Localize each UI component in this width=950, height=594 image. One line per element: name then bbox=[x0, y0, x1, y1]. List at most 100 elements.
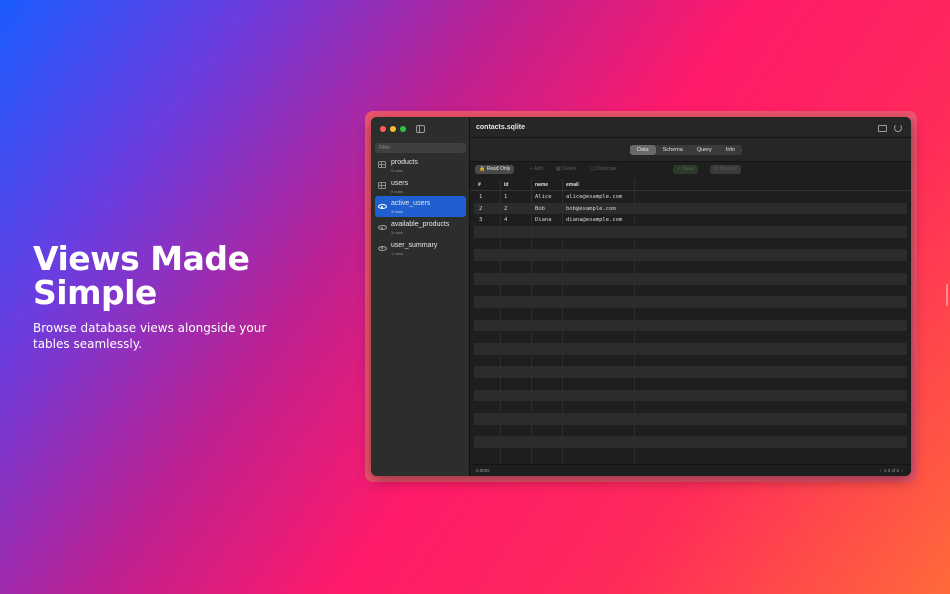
empty-row bbox=[470, 285, 911, 297]
empty-row bbox=[474, 389, 907, 402]
hero-headline: Views Made Simple bbox=[33, 239, 250, 312]
read-only-label: Read Only bbox=[486, 166, 511, 172]
tab-bar: Data Schema Query Info bbox=[470, 138, 911, 162]
toolbar: 🔒 Read Only + Add ▦ Delete ❏ Duplicate ✓… bbox=[470, 162, 911, 178]
cell-rownum: 1 bbox=[479, 194, 483, 200]
pagination: ‹ 1-3 of 3 › bbox=[880, 468, 903, 473]
empty-row bbox=[474, 226, 907, 238]
tab-info[interactable]: Info bbox=[719, 145, 742, 155]
cell-name[interactable]: Bob bbox=[535, 206, 545, 212]
pager-label: 1-3 of 3 bbox=[883, 468, 899, 473]
column-header-email[interactable]: email bbox=[566, 182, 579, 188]
sidebar-list: products 5 rows users 5 rows active_user… bbox=[375, 155, 466, 258]
delete-label: Delete bbox=[562, 166, 577, 172]
lock-icon: 🔒 bbox=[479, 166, 486, 172]
tab-query[interactable]: Query bbox=[690, 145, 719, 155]
sidebar-item-label: user_summary bbox=[391, 241, 438, 249]
cell-rownum: 3 bbox=[479, 217, 483, 224]
app-frame: Filter products 5 rows users 5 rows acti… bbox=[365, 111, 917, 482]
cell-email[interactable]: diana@example.com bbox=[566, 217, 622, 223]
sidebar-item-rowcount: 5 rows bbox=[391, 168, 403, 173]
discard-label: Discard bbox=[719, 166, 737, 172]
table-icon bbox=[378, 181, 386, 189]
duplicate-label: Duplicate bbox=[595, 166, 617, 172]
window-title: contacts.sqlite bbox=[476, 124, 526, 131]
grid-header: # id name email bbox=[470, 179, 911, 191]
refresh-icon[interactable] bbox=[894, 124, 902, 132]
column-header-id[interactable]: id bbox=[504, 182, 508, 188]
zoom-button[interactable] bbox=[400, 126, 406, 132]
column-header-rownum[interactable]: # bbox=[478, 182, 481, 188]
sidebar-item-rowcount: 1 rows bbox=[391, 250, 403, 256]
empty-row bbox=[470, 308, 911, 320]
discard-button[interactable]: ↺ Discard bbox=[710, 165, 741, 174]
empty-row bbox=[474, 366, 907, 378]
main-pane: contacts.sqlite Data Schema Query Info 🔒… bbox=[470, 117, 911, 476]
empty-row bbox=[470, 238, 911, 250]
filter-input[interactable]: Filter bbox=[375, 143, 466, 153]
empty-row bbox=[474, 413, 907, 425]
sidebar-item-active-users[interactable]: active_users 3 rows bbox=[375, 196, 466, 217]
cell-email[interactable]: bob@example.com bbox=[566, 206, 616, 212]
empty-row bbox=[470, 378, 911, 390]
sidebar-item-rowcount: 5 rows bbox=[391, 188, 403, 194]
add-button[interactable]: + Add bbox=[530, 165, 543, 174]
delete-button[interactable]: ▦ Delete bbox=[556, 165, 577, 174]
empty-row bbox=[474, 249, 907, 262]
eye-icon bbox=[378, 225, 387, 231]
cell-id[interactable]: 1 bbox=[504, 194, 507, 200]
add-label: Add bbox=[534, 166, 543, 172]
empty-row bbox=[474, 342, 907, 355]
empty-row bbox=[474, 436, 907, 449]
minimize-button[interactable] bbox=[390, 126, 396, 132]
duplicate-button[interactable]: ❏ Duplicate bbox=[590, 165, 617, 174]
tab-schema[interactable]: Schema bbox=[656, 145, 690, 155]
empty-row bbox=[474, 296, 907, 308]
save-label: Save bbox=[682, 166, 694, 172]
table-row[interactable]: 1 1 Alice alice@example.com bbox=[470, 191, 911, 203]
table-row[interactable]: 2 2 Bob bob@example.com bbox=[474, 202, 907, 215]
query-time: 0.000s bbox=[476, 468, 490, 473]
prev-page-icon[interactable]: ‹ bbox=[880, 468, 883, 473]
empty-row bbox=[470, 401, 911, 413]
hero-subline: Browse database views alongside your tab… bbox=[33, 321, 267, 351]
folder-icon[interactable] bbox=[878, 125, 887, 132]
column-header-name[interactable]: name bbox=[535, 182, 548, 188]
page-scrollbar[interactable] bbox=[946, 284, 948, 306]
status-bar: 0.000s ‹ 1-3 of 3 › bbox=[470, 464, 911, 476]
cell-id[interactable]: 2 bbox=[504, 206, 507, 212]
table-row[interactable]: 3 4 Diana diana@example.com bbox=[470, 214, 911, 226]
tab-data[interactable]: Data bbox=[630, 145, 656, 155]
empty-row bbox=[470, 331, 911, 343]
title-bar: contacts.sqlite bbox=[470, 117, 911, 138]
empty-row bbox=[470, 355, 911, 367]
sidebar-item-available-products[interactable]: available_products 3 rows bbox=[375, 217, 466, 238]
sidebar-item-label: available_products bbox=[391, 221, 450, 229]
eye-icon bbox=[378, 204, 387, 210]
cell-name[interactable]: Diana bbox=[535, 217, 552, 223]
cell-email[interactable]: alice@example.com bbox=[566, 194, 622, 200]
read-only-button[interactable]: 🔒 Read Only bbox=[475, 165, 515, 174]
save-button[interactable]: ✓ Save bbox=[673, 165, 698, 174]
sidebar-item-label: active_users bbox=[391, 200, 431, 208]
sidebar-item-products[interactable]: products 5 rows bbox=[375, 155, 466, 176]
app-window: Filter products 5 rows users 5 rows acti… bbox=[371, 117, 911, 476]
sidebar-item-rowcount: 3 rows bbox=[391, 209, 403, 215]
empty-row bbox=[470, 261, 911, 273]
window-controls bbox=[380, 126, 406, 132]
sidebar-toggle-icon[interactable] bbox=[416, 125, 425, 133]
next-page-icon[interactable]: › bbox=[900, 468, 904, 473]
cell-id[interactable]: 4 bbox=[504, 217, 507, 223]
sidebar-item-users[interactable]: users 5 rows bbox=[375, 176, 466, 197]
data-grid: # id name email 1 1 Alice alice@example.… bbox=[470, 179, 911, 449]
sidebar: Filter products 5 rows users 5 rows acti… bbox=[371, 117, 470, 476]
sidebar-item-user-summary[interactable]: user_summary 1 rows bbox=[375, 238, 466, 259]
close-button[interactable] bbox=[380, 126, 386, 132]
empty-row bbox=[474, 272, 907, 285]
sidebar-item-label: products bbox=[391, 159, 418, 166]
cell-name[interactable]: Alice bbox=[535, 194, 552, 200]
cell-rownum: 2 bbox=[479, 205, 483, 212]
eye-icon bbox=[378, 245, 387, 251]
empty-row bbox=[470, 425, 911, 437]
table-icon bbox=[378, 161, 386, 168]
